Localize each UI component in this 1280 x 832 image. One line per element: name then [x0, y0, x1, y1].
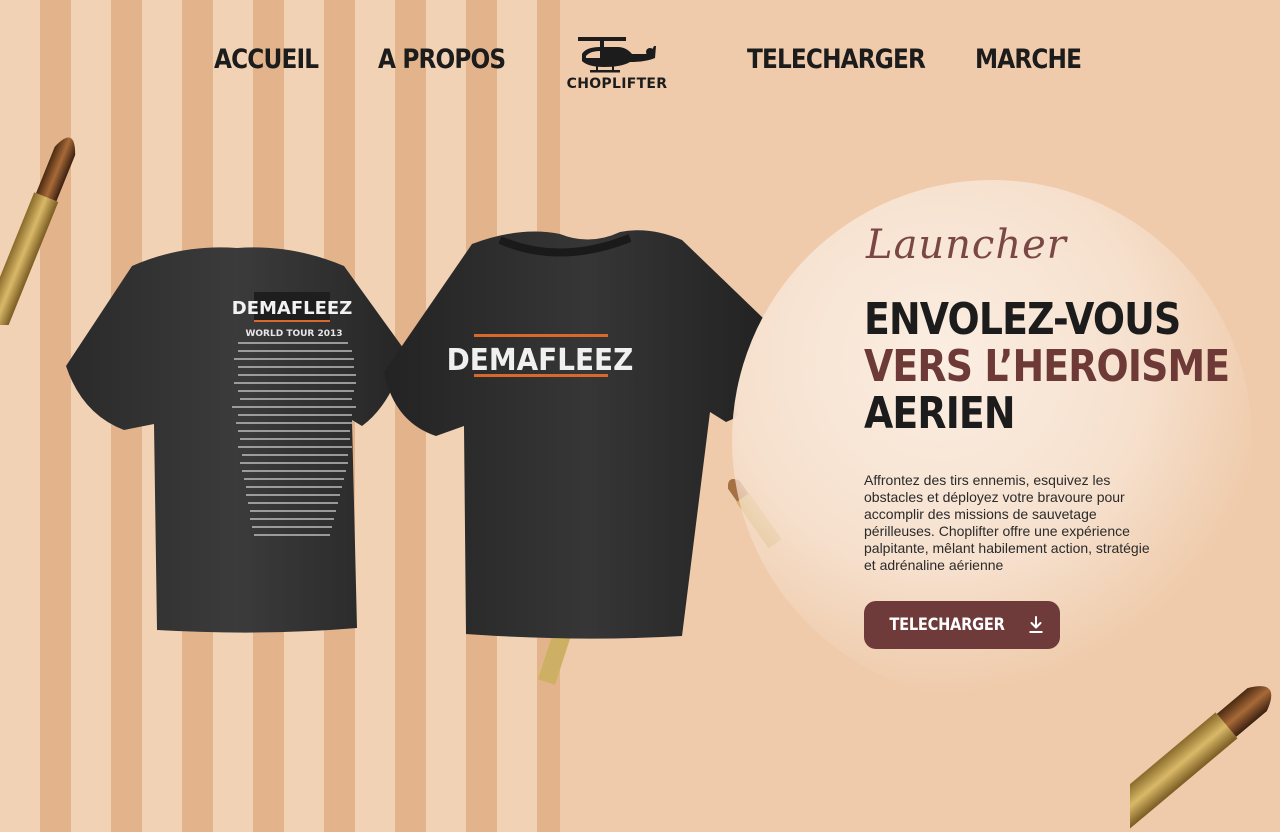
- nav-telecharger[interactable]: TELECHARGER: [747, 44, 926, 75]
- nav-a-propos[interactable]: A PROPOS: [378, 44, 506, 75]
- tshirt-back-brand: DEMAFLEEZ: [232, 298, 353, 319]
- nav-accueil[interactable]: ACCUEIL: [214, 44, 319, 75]
- tshirt-back-subtitle: WORLD TOUR 2013: [245, 329, 342, 339]
- hero-headline: ENVOLEZ-VOUS VERS L’HEROISME AERIEN: [864, 294, 1230, 439]
- hero-description: Affrontez des tirs ennemis, esquivez les…: [864, 472, 1150, 573]
- nav-marche[interactable]: MARCHE: [975, 44, 1082, 75]
- tshirt-front-brand: DEMAFLEEZ: [447, 342, 634, 377]
- launcher-script-title: Launcher: [866, 222, 1067, 268]
- bullet-image-bottom-right: [1130, 686, 1272, 830]
- download-button-label: TELECHARGER: [889, 615, 1005, 635]
- headline-line-2: VERS L’HEROISME: [864, 341, 1230, 392]
- download-icon: [1029, 616, 1043, 633]
- download-button[interactable]: TELECHARGER: [864, 601, 1060, 649]
- tshirt-back-image: DEMAFLEEZ WORLD TOUR 2013: [66, 247, 406, 633]
- logo-text: CHOPLIFTER: [566, 76, 668, 92]
- helicopter-icon: [578, 37, 656, 73]
- headline-line-3: AERIEN: [864, 388, 1016, 439]
- tshirt-front-image: DEMAFLEEZ: [384, 230, 788, 639]
- headline-line-1: ENVOLEZ-VOUS: [864, 294, 1181, 345]
- choplifter-logo[interactable]: CHOPLIFTER: [560, 34, 672, 96]
